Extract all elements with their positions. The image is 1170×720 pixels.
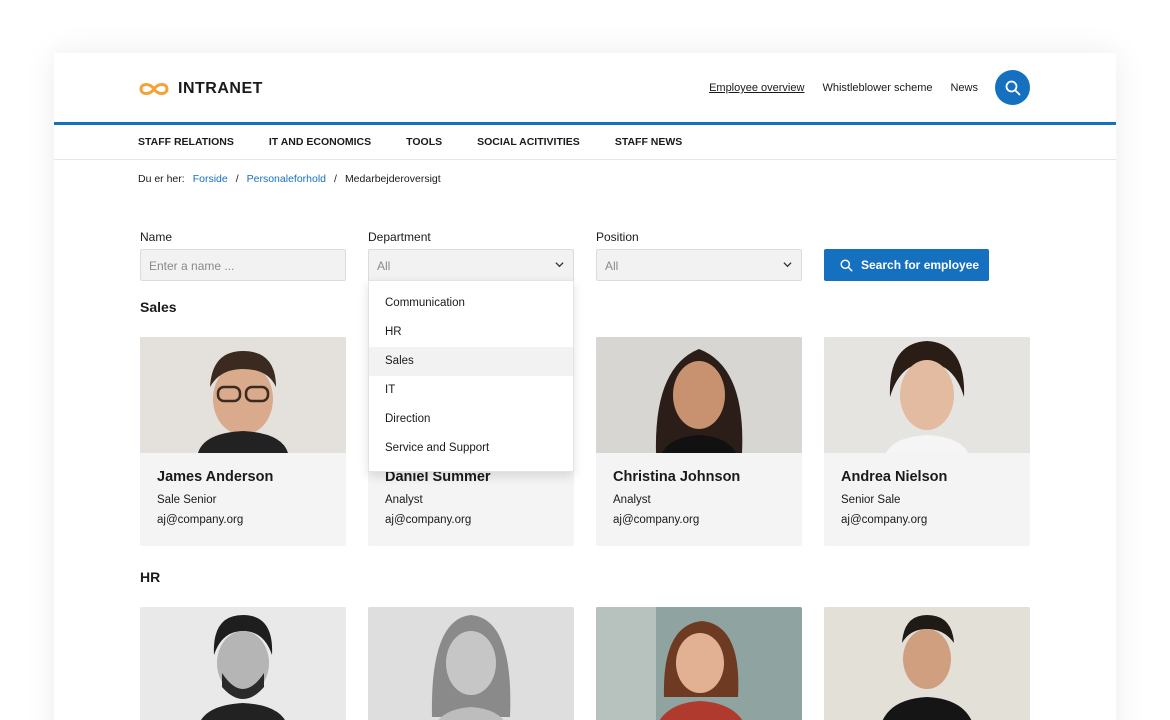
breadcrumb-prefix: Du er her: [138,173,185,185]
position-value: All [605,259,619,273]
employee-photo [140,607,346,720]
employee-card[interactable]: Christina Johnson Analyst aj@company.org [596,337,802,546]
employee-photo [596,607,802,720]
dropdown-option-service-support[interactable]: Service and Support [369,434,573,463]
person-photo-icon [140,607,346,720]
department-select[interactable]: All [368,249,574,281]
search-employee-label: Search for employee [861,258,980,272]
employee-email[interactable]: aj@company.org [157,514,329,526]
employee-role: Senior Sale [841,494,901,506]
employee-name: James Anderson [157,469,274,485]
search-employee-button[interactable]: Search for employee [824,249,989,281]
chevron-down-icon [783,262,792,268]
employee-role: Sale Senior [157,494,217,506]
nav-staff-news[interactable]: STAFF NEWS [615,136,682,148]
department-label: Department [368,230,431,244]
employee-photo [596,337,802,453]
breadcrumb-personaleforhold[interactable]: Personaleforhold [247,173,326,185]
chevron-down-icon [555,262,564,268]
employee-role: Analyst [385,494,423,506]
section-title-hr: HR [140,569,161,585]
employee-card[interactable]: Andrea Nielson Senior Sale aj@company.or… [824,337,1030,546]
dropdown-option-communication[interactable]: Communication [369,289,573,318]
global-search-button[interactable] [995,70,1030,105]
intranet-logo[interactable]: INTRANET [138,80,263,98]
nav-divider [54,159,1116,160]
whistleblower-link[interactable]: Whistleblower scheme [822,82,932,94]
search-icon [840,258,853,272]
person-photo-icon [368,607,574,720]
nav-it-economics[interactable]: IT AND ECONOMICS [269,136,371,148]
name-input[interactable]: Enter a name ... [140,249,346,281]
employee-photo [140,337,346,453]
employee-card[interactable] [824,607,1030,720]
person-photo-icon [596,607,802,720]
breadcrumb-separator: / [334,173,337,185]
brand-name: INTRANET [178,80,263,97]
news-link[interactable]: News [950,82,978,94]
header-divider [54,122,1116,125]
intranet-window: INTRANET Employee overview Whistleblower… [54,53,1116,720]
dropdown-option-direction[interactable]: Direction [369,405,573,434]
employee-name: Andrea Nielson [841,469,948,485]
infinity-logo-icon [139,83,169,95]
dropdown-option-hr[interactable]: HR [369,318,573,347]
nav-tools[interactable]: TOOLS [406,136,442,148]
employee-card[interactable]: James Anderson Sale Senior aj@company.or… [140,337,346,546]
nav-staff-relations[interactable]: STAFF RELATIONS [138,136,234,148]
department-value: All [377,259,391,273]
employee-card[interactable] [368,607,574,720]
position-select[interactable]: All [596,249,802,281]
search-icon [1005,80,1020,95]
department-dropdown-menu: Communication HR Sales IT Direction Serv… [368,280,574,472]
employee-photo [824,337,1030,453]
employee-card[interactable] [140,607,346,720]
breadcrumb-forside[interactable]: Forside [193,173,228,185]
main-navigation: STAFF RELATIONS IT AND ECONOMICS TOOLS S… [138,136,682,148]
breadcrumb-current: Medarbejderoversigt [344,173,441,185]
employee-email[interactable]: aj@company.org [841,514,1013,526]
breadcrumb-separator: / [235,173,239,185]
position-label: Position [596,230,639,244]
top-links: Employee overview Whistleblower scheme N… [709,82,978,94]
employee-name: Christina Johnson [613,469,741,485]
dropdown-option-it[interactable]: IT [369,376,573,405]
employee-photo [824,607,1030,720]
nav-social-activities[interactable]: SOCIAL ACITIVITIES [477,136,580,148]
person-photo-icon [824,337,1030,453]
person-photo-icon [140,337,346,453]
section-title-sales: Sales [140,299,177,315]
person-photo-icon [824,607,1030,720]
employee-role: Analyst [613,494,651,506]
breadcrumb: Du er her: Forside / Personaleforhold / … [138,173,441,185]
name-label: Name [140,230,173,244]
employee-email[interactable]: aj@company.org [385,514,557,526]
employee-card[interactable] [596,607,802,720]
dropdown-option-sales[interactable]: Sales [369,347,573,376]
employee-email[interactable]: aj@company.org [613,514,785,526]
employee-photo [368,607,574,720]
employee-overview-link[interactable]: Employee overview [709,82,804,94]
person-photo-icon [596,337,802,453]
